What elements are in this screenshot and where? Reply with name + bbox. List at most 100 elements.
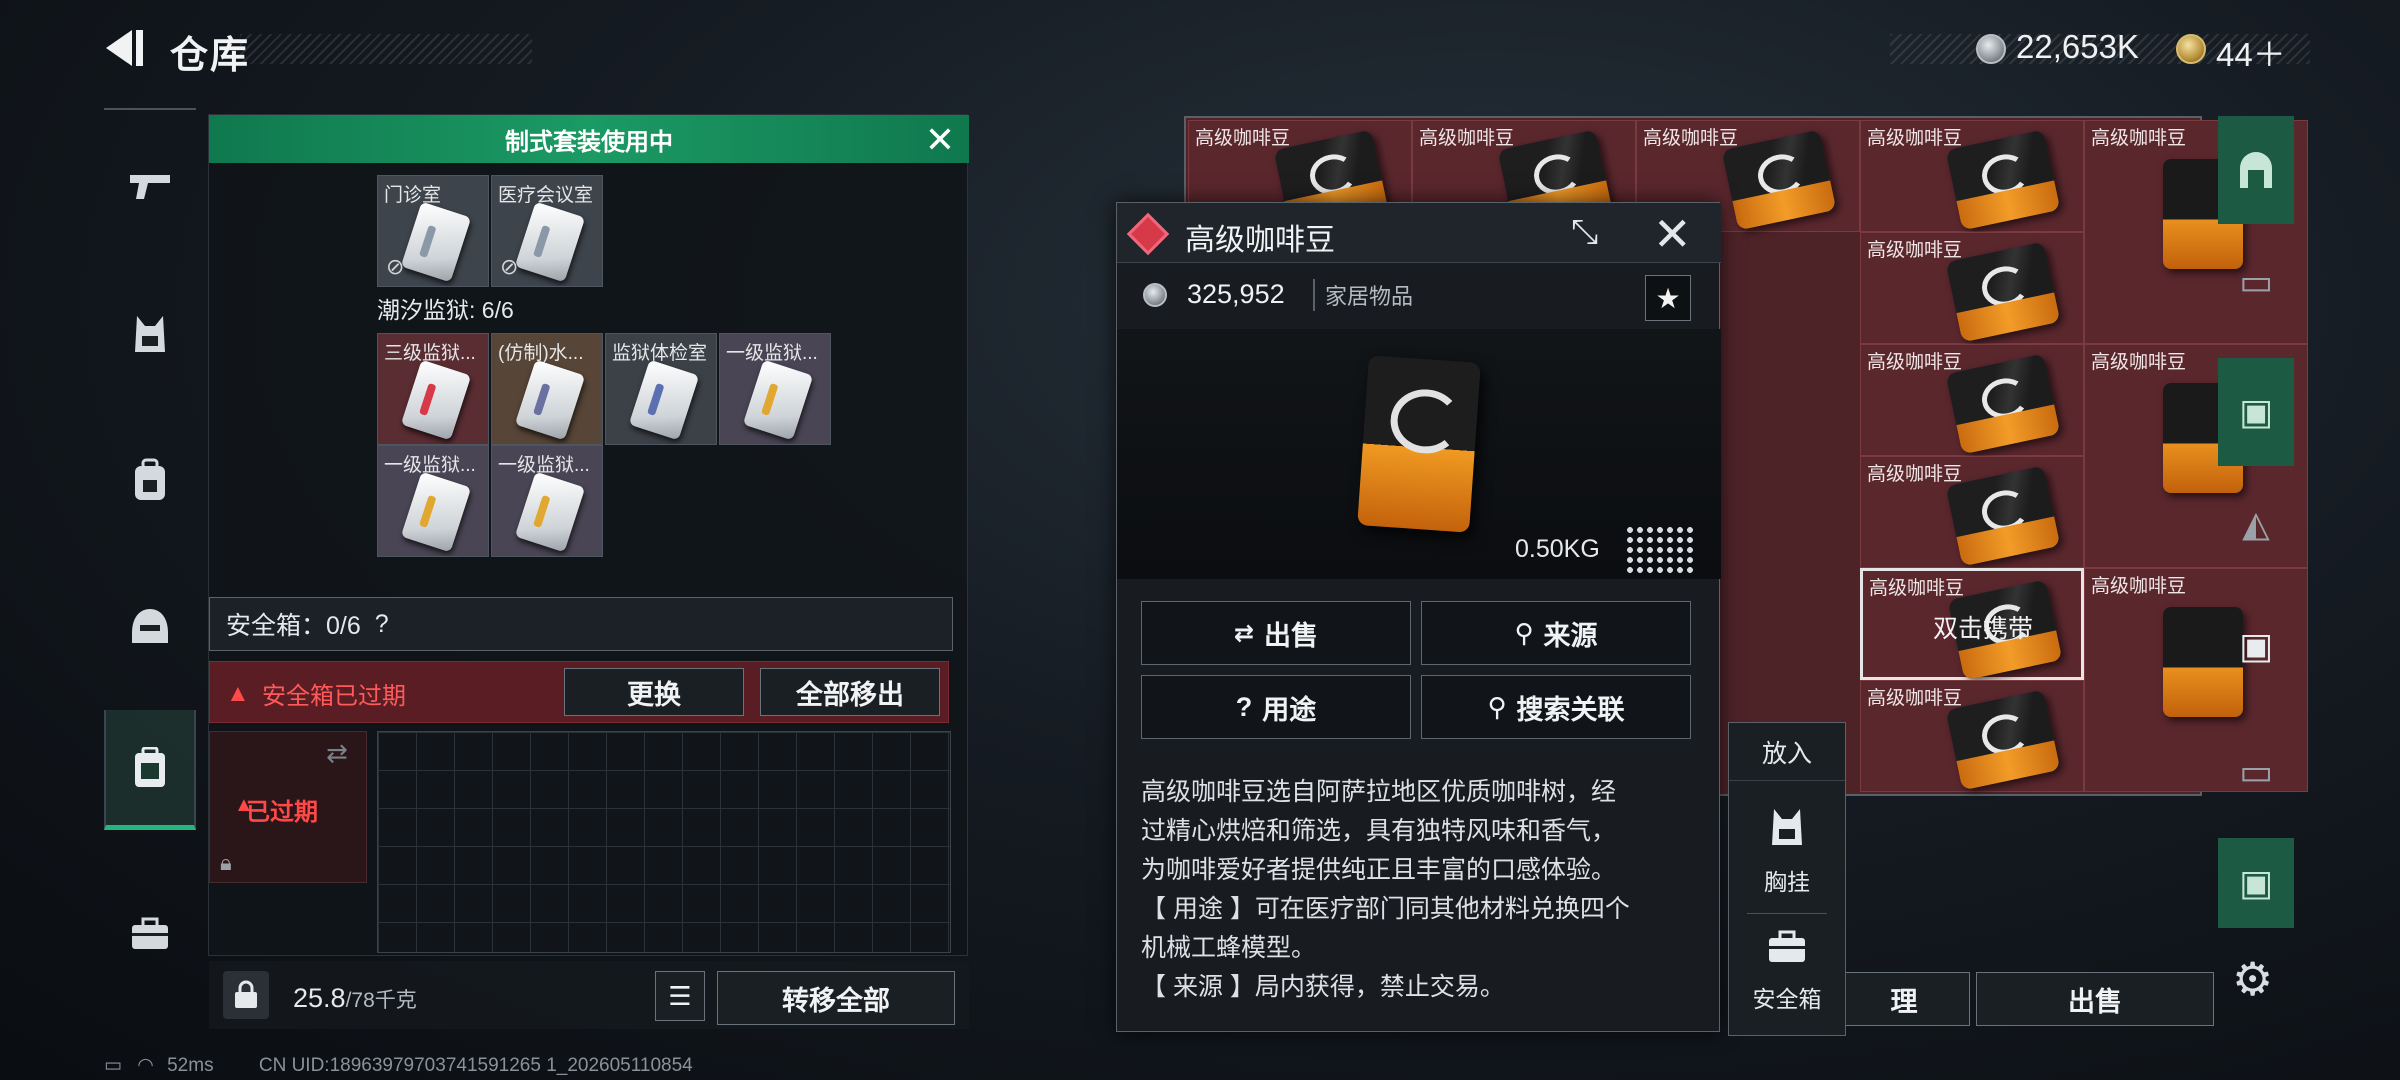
keycard-slot[interactable]: 医疗会议室 ⊘ [491, 175, 603, 287]
back-icon[interactable] [100, 28, 148, 68]
keycard-image [742, 359, 814, 441]
stash-item-coffee-beans[interactable]: 高级咖啡豆 [1860, 120, 2084, 232]
warning-icon: ▲ [226, 680, 250, 707]
swap-icon[interactable]: ⇄ [326, 738, 348, 769]
stash-tabs: ▭ ▣ ◭ ▣ ▭ ▣ [2218, 116, 2294, 936]
keycard-slot[interactable]: 一级监狱... [491, 445, 603, 557]
stash-tab-7[interactable]: ▣ [2218, 838, 2294, 928]
coin-icon [1143, 283, 1167, 307]
grid-size-icon [1625, 525, 1695, 575]
replace-button[interactable]: 更换 [564, 668, 744, 716]
stash-tab-2[interactable]: ▭ [2218, 228, 2294, 336]
item-title: 高级咖啡豆 [1185, 224, 1335, 257]
keycard-slot[interactable]: 一级监狱... [377, 445, 489, 557]
left-nav [104, 108, 196, 1008]
collapse-icon[interactable]: ⤡ [1571, 213, 1598, 252]
expired-label: 已过期 [246, 799, 318, 826]
item-price: 325,952 [1187, 279, 1285, 309]
keycard-label: 一级监狱... [498, 455, 590, 476]
gear-icon[interactable]: ⚙ [2232, 952, 2273, 1006]
stash-item-label: 高级咖啡豆 [2091, 576, 2187, 597]
prison-set-label: 潮汐监狱: 6/6 [377, 297, 514, 323]
toolbox-icon[interactable] [104, 874, 196, 994]
vest-icon[interactable] [104, 274, 196, 394]
wifi-icon: ◠ [137, 1055, 154, 1076]
stash-tab-1[interactable] [2218, 116, 2294, 224]
stash-item-label: 高级咖啡豆 [1867, 352, 1963, 373]
safe-box-item[interactable]: ⇄ ▲ 已过期 🔒︎ [209, 731, 367, 883]
keycard-image [514, 359, 586, 441]
keycard-label: 一级监狱... [726, 343, 818, 364]
stash-item-label: 高级咖啡豆 [1867, 240, 1963, 261]
stash-item-coffee-beans[interactable]: 高级咖啡豆双击携带 [1860, 568, 2084, 681]
remove-all-button[interactable]: 全部移出 [760, 668, 940, 716]
popup-header: 高级咖啡豆 ⤡ ✕ [1117, 203, 1721, 263]
carry-weight-value: 25.8 [293, 983, 346, 1013]
description-line: 高级咖啡豆选自阿萨拉地区优质咖啡树，经 [1141, 778, 1617, 806]
help-icon[interactable]: ? [375, 610, 389, 639]
keycard-slot[interactable]: 三级监狱... [377, 333, 489, 445]
keycard-slot[interactable]: 门诊室 ⊘ [377, 175, 489, 287]
stash-item-coffee-beans[interactable]: 高级咖啡豆 [1860, 232, 2084, 344]
put-in-safe-box[interactable]: 安全箱 [1729, 929, 1845, 1053]
double-click-hint: 双击携带 [1933, 615, 2034, 643]
battery-icon: ▭ [104, 1055, 122, 1076]
coffee-bag-image [1721, 129, 1837, 231]
sell-button[interactable]: ⇄ 出售 [1141, 601, 1411, 665]
stash-tab-6[interactable]: ▭ [2218, 718, 2294, 826]
helmet-icon[interactable] [104, 566, 196, 686]
stash-item-label: 高级咖啡豆 [1867, 128, 1963, 149]
backpack-icon[interactable] [104, 420, 196, 540]
question-icon: ? [1235, 691, 1253, 722]
favorite-star-icon[interactable]: ★ [1645, 275, 1691, 321]
stash-tab-3[interactable]: ▣ [2218, 358, 2294, 466]
stash-tab-4[interactable]: ◭ [2218, 470, 2294, 578]
keycard-slot[interactable]: 监狱体检室 [605, 333, 717, 445]
token-amount[interactable]: 44＋ [2216, 28, 2286, 76]
uid-text: CN UID:18963979703741591265 1_2026051108… [258, 1055, 693, 1076]
coin-icon [1976, 34, 2006, 64]
item-category: 家居物品 [1313, 279, 1413, 311]
token-icon [2176, 34, 2206, 64]
kit-banner-text: 制式套装使用中 [505, 128, 673, 156]
no-trade-icon: ⊘ [386, 254, 405, 279]
close-icon[interactable]: ✕ [925, 119, 955, 161]
keycard-slot[interactable]: 一级监狱... [719, 333, 831, 445]
transfer-all-button[interactable]: 转移全部 [717, 971, 955, 1025]
stash-item-coffee-beans[interactable]: 高级咖啡豆 [1860, 680, 2084, 792]
close-icon[interactable]: ✕ [1653, 207, 1692, 261]
stash-item-label: 高级咖啡豆 [1867, 688, 1963, 709]
status-bar: ▭ ◠ 52ms CN UID:18963979703741591265 1_2… [104, 1054, 693, 1077]
stash-item-label: 高级咖啡豆 [2091, 352, 2187, 373]
coffee-bag-image [1945, 353, 2061, 455]
source-button[interactable]: ⚲ 来源 [1421, 601, 1691, 665]
keycard-image [514, 471, 586, 553]
item-preview: 0.50KG [1117, 329, 1721, 579]
lock-icon [223, 971, 269, 1019]
no-trade-icon: ⊘ [500, 254, 519, 279]
use-button[interactable]: ? 用途 [1141, 675, 1411, 739]
carry-weight: 25.8/78千克 [293, 983, 417, 1014]
stash-item-label: 高级咖啡豆 [1195, 128, 1291, 149]
keycard-label: 门诊室 [384, 185, 442, 206]
search-related-button[interactable]: ⚲ 搜索关联 [1421, 675, 1691, 739]
keycard-image [400, 201, 472, 283]
coffee-bag-image [1945, 241, 2061, 343]
sell-all-button[interactable]: 出售 [1976, 972, 2214, 1026]
description-line: 过精心烘焙和筛选，具有独特风味和香气， [1141, 817, 1617, 845]
keycard-slot[interactable]: (仿制)水... [491, 333, 603, 445]
stash-item-coffee-beans[interactable]: 高级咖啡豆 [1860, 456, 2084, 568]
put-in-menu: 放入 胸挂 安全箱 [1728, 722, 1846, 1036]
list-icon[interactable]: ☰ [655, 971, 705, 1021]
safe-box-grid[interactable] [377, 731, 951, 953]
use-button-label: 用途 [1262, 694, 1317, 725]
gun-icon[interactable] [104, 126, 196, 246]
safe-box-capacity: 安全箱：0/6 [226, 612, 361, 640]
safe-case-icon[interactable] [104, 710, 196, 830]
stash-item-coffee-beans[interactable]: 高级咖啡豆 [1860, 344, 2084, 456]
stash-item-label: 高级咖啡豆 [1419, 128, 1515, 149]
stash-item-label: 高级咖啡豆 [1869, 578, 1965, 599]
stash-tab-5[interactable]: ▣ [2218, 592, 2294, 700]
safe-box-label: 安全箱 [1752, 986, 1822, 1012]
lock-icon: 🔒︎ [220, 850, 232, 875]
